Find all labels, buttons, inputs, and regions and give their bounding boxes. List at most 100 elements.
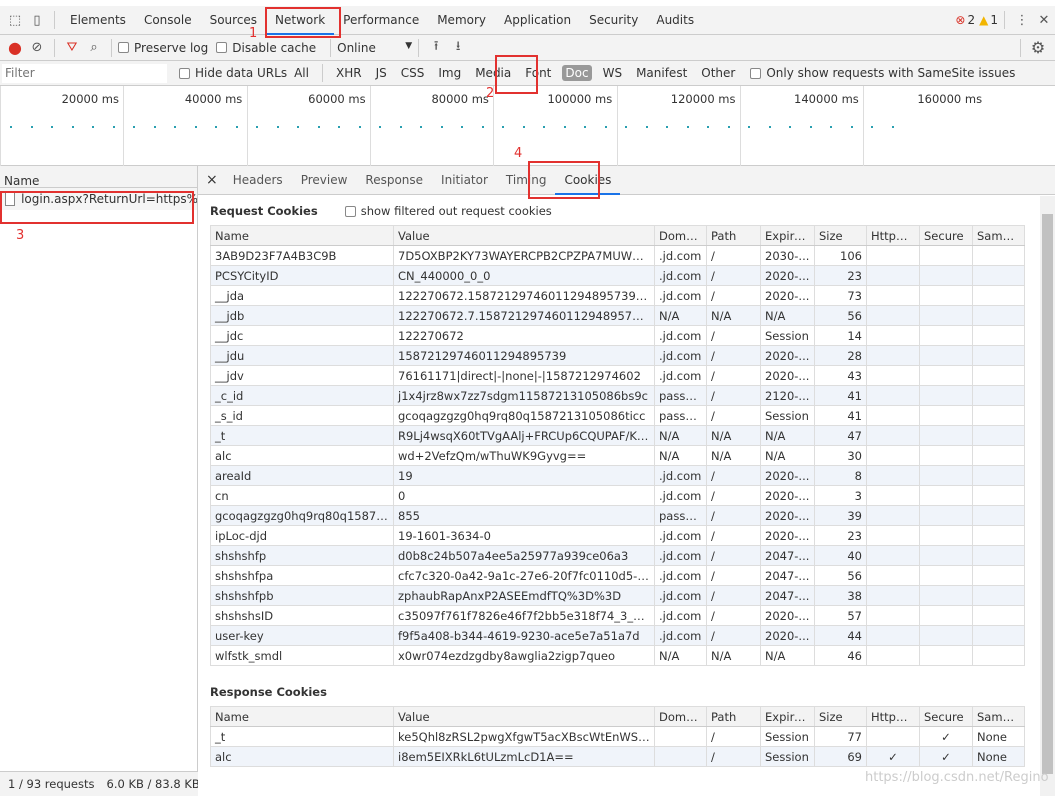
filter-type-ws[interactable]: WS	[600, 65, 625, 81]
cookie-row[interactable]: _s_id gcoqagzgzg0hq9rq80q1587213105086tic…	[210, 405, 1025, 426]
filter-type-xhr[interactable]: XHR	[333, 65, 365, 81]
export-har-icon[interactable]: ⭳	[447, 37, 469, 59]
show-filtered-checkbox[interactable]	[344, 205, 356, 217]
device-toolbar-icon[interactable]: ▯	[26, 13, 48, 28]
cookie-cell	[972, 365, 1025, 386]
cookie-cell: /	[706, 245, 761, 266]
samesite-checkbox[interactable]	[750, 67, 762, 79]
cookie-cell	[919, 325, 973, 346]
column-header-size[interactable]: Size	[814, 706, 867, 727]
filter-type-all[interactable]: All	[291, 65, 312, 81]
tab-audits[interactable]: Audits	[647, 6, 703, 35]
column-header-expire[interactable]: Expire...	[760, 225, 815, 246]
filter-type-other[interactable]: Other	[698, 65, 738, 81]
search-icon[interactable]: ⌕	[83, 40, 105, 55]
column-header-secure[interactable]: Secure	[919, 706, 973, 727]
cookie-row[interactable]: __jdb 122270672.7.15872129746011294895739…	[210, 305, 1025, 326]
column-header-expire[interactable]: Expire...	[760, 706, 815, 727]
tab-console[interactable]: Console	[135, 6, 201, 35]
inspect-element-icon[interactable]: ⬚	[4, 13, 26, 28]
column-header-httpo[interactable]: HttpO...	[866, 225, 920, 246]
detail-tab-initiator[interactable]: Initiator	[432, 166, 497, 195]
clear-icon[interactable]: ⊘	[26, 40, 48, 55]
filter-type-js[interactable]: JS	[373, 65, 390, 81]
column-header-value[interactable]: Value	[393, 706, 655, 727]
tab-application[interactable]: Application	[495, 6, 580, 35]
close-detail-button[interactable]: ×	[198, 172, 224, 188]
more-options-icon[interactable]: ⋮	[1011, 13, 1033, 28]
scrollbar-thumb[interactable]	[1042, 214, 1053, 774]
tab-performance[interactable]: Performance	[334, 6, 428, 35]
timeline-overview[interactable]: 20000 ms 40000 ms 60000 ms 80000 ms 100000 m…	[0, 86, 1055, 166]
column-header-secure[interactable]: Secure	[919, 225, 973, 246]
cookie-row[interactable]: _c_id j1x4jrz8wx7zz7sdgm11587213105086bs9…	[210, 385, 1025, 406]
dropdown-arrow-icon: ▼	[405, 40, 413, 51]
record-icon[interactable]: ●	[4, 38, 26, 57]
preserve-log-checkbox[interactable]	[118, 42, 129, 53]
tab-security[interactable]: Security	[580, 6, 647, 35]
column-header-httpo[interactable]: HttpO...	[866, 706, 920, 727]
column-header-sames[interactable]: SameS...	[972, 225, 1025, 246]
import-har-icon[interactable]: ⭱	[425, 37, 447, 59]
column-header-domain[interactable]: Domain	[654, 225, 707, 246]
hide-data-urls-checkbox[interactable]	[179, 67, 190, 79]
cookie-cell	[919, 425, 973, 446]
cookie-row[interactable]: shshshsID c35097f761f7826e46f7f2bb5e318f7…	[210, 605, 1025, 626]
cookie-row[interactable]: shshshfpb zphaubRapAnxP2ASEEmdfTQ%3D%3D .j…	[210, 585, 1025, 606]
column-header-path[interactable]: Path	[706, 706, 761, 727]
detail-scrollbar[interactable]	[1040, 196, 1055, 796]
error-count[interactable]: 2	[967, 13, 975, 27]
timeline-tick-label: 140000 ms	[794, 92, 859, 106]
cookie-cell: /	[706, 465, 761, 486]
cookie-row[interactable]: __jda 122270672.15872129746011294895739.1…	[210, 285, 1025, 306]
detail-tab-preview[interactable]: Preview	[292, 166, 357, 195]
timeline-request-dot	[338, 126, 340, 128]
filter-type-img[interactable]: Img	[435, 65, 464, 81]
column-header-name[interactable]: Name	[210, 706, 394, 727]
cookie-row[interactable]: gcoqagzgzg0hq9rq80q158721... 855 passp... /…	[210, 505, 1025, 526]
column-header-size[interactable]: Size	[814, 225, 867, 246]
detail-tab-response[interactable]: Response	[356, 166, 432, 195]
column-header-path[interactable]: Path	[706, 225, 761, 246]
column-header-name[interactable]: Name	[210, 225, 394, 246]
cookie-row[interactable]: _t R9Lj4wsqX60tTVgAAlj+FRCUp6CQUPAF/KZr5.…	[210, 425, 1025, 446]
cookie-row[interactable]: cn 0 .jd.com/2020-... 3	[210, 485, 1025, 506]
cookie-row[interactable]: __jdv 76161171|direct|-|none|-|1587212974…	[210, 365, 1025, 386]
disable-cache-checkbox[interactable]	[216, 42, 228, 53]
cookie-cell: .jd.com	[654, 485, 707, 506]
cookie-row[interactable]: shshshfpa cfc7c320-0a42-9a1c-27e6-20f7fc0…	[210, 565, 1025, 586]
filter-type-doc[interactable]: Doc	[562, 65, 592, 81]
cookie-row[interactable]: PCSYCityID CN_440000_0_0 .jd.com/2020-... 2…	[210, 265, 1025, 286]
cookie-row[interactable]: shshshfp d0b8c24b507a4ee5a25977a939ce06a3…	[210, 545, 1025, 566]
cookie-row[interactable]: user-key f9f5a408-b344-4619-9230-ace5e7a5…	[210, 625, 1025, 646]
cookie-row[interactable]: alc wd+2VefzQm/wThuWK9Gyvg== N/A N/A N/A 30	[210, 445, 1025, 466]
cookie-row[interactable]: _t ke5Qhl8zRSL2pwgXfgwT5acXBscWtEnWSXEp..…	[210, 726, 1025, 747]
cookie-row[interactable]: 3AB9D23F7A4B3C9B 7D5OXBP2KY73WAYERCPB2CPZ…	[210, 245, 1025, 266]
watermark: https://blog.csdn.net/Regino	[865, 770, 1049, 785]
cookie-row[interactable]: wlfstk_smdl x0wr074ezdzgdby8awglia2zigp7q…	[210, 645, 1025, 666]
tab-elements[interactable]: Elements	[61, 6, 135, 35]
cookie-cell: 28	[814, 345, 867, 366]
column-header-sames[interactable]: SameS...	[972, 706, 1025, 727]
filter-icon[interactable]: ⛛	[61, 40, 83, 55]
cookie-row[interactable]: __jdc 122270672 .jd.com / Session 14	[210, 325, 1025, 346]
filter-input[interactable]	[2, 63, 167, 83]
throttling-select[interactable]: Online ▼	[337, 41, 412, 55]
cookie-cell	[919, 345, 973, 366]
column-header-value[interactable]: Value	[393, 225, 655, 246]
filter-type-manifest[interactable]: Manifest	[633, 65, 690, 81]
name-column-header[interactable]: Name	[0, 166, 197, 188]
cookie-row[interactable]: __jdu 15872129746011294895739 .jd.com/2020…	[210, 345, 1025, 366]
filter-type-css[interactable]: CSS	[398, 65, 428, 81]
cookie-cell: 2030-...	[760, 245, 815, 266]
column-header-domain[interactable]: Domain	[654, 706, 707, 727]
cookie-row[interactable]: areaId 19 .jd.com/2020-... 8	[210, 465, 1025, 486]
close-icon[interactable]: ✕	[1033, 13, 1055, 28]
tab-memory[interactable]: Memory	[428, 6, 495, 35]
cookie-row[interactable]: alc i8em5EIXRkL6tULzmLcD1A== / Session 69 ✓ ✓ N…	[210, 746, 1025, 767]
warning-count[interactable]: 1	[990, 13, 998, 27]
detail-tab-headers[interactable]: Headers	[224, 166, 292, 195]
settings-gear-icon[interactable]: ⚙	[1027, 38, 1049, 57]
cookie-row[interactable]: ipLoc-djd 19-1601-3634-0 .jd.com/2020-... 2…	[210, 525, 1025, 546]
cookie-cell: None	[972, 726, 1025, 747]
